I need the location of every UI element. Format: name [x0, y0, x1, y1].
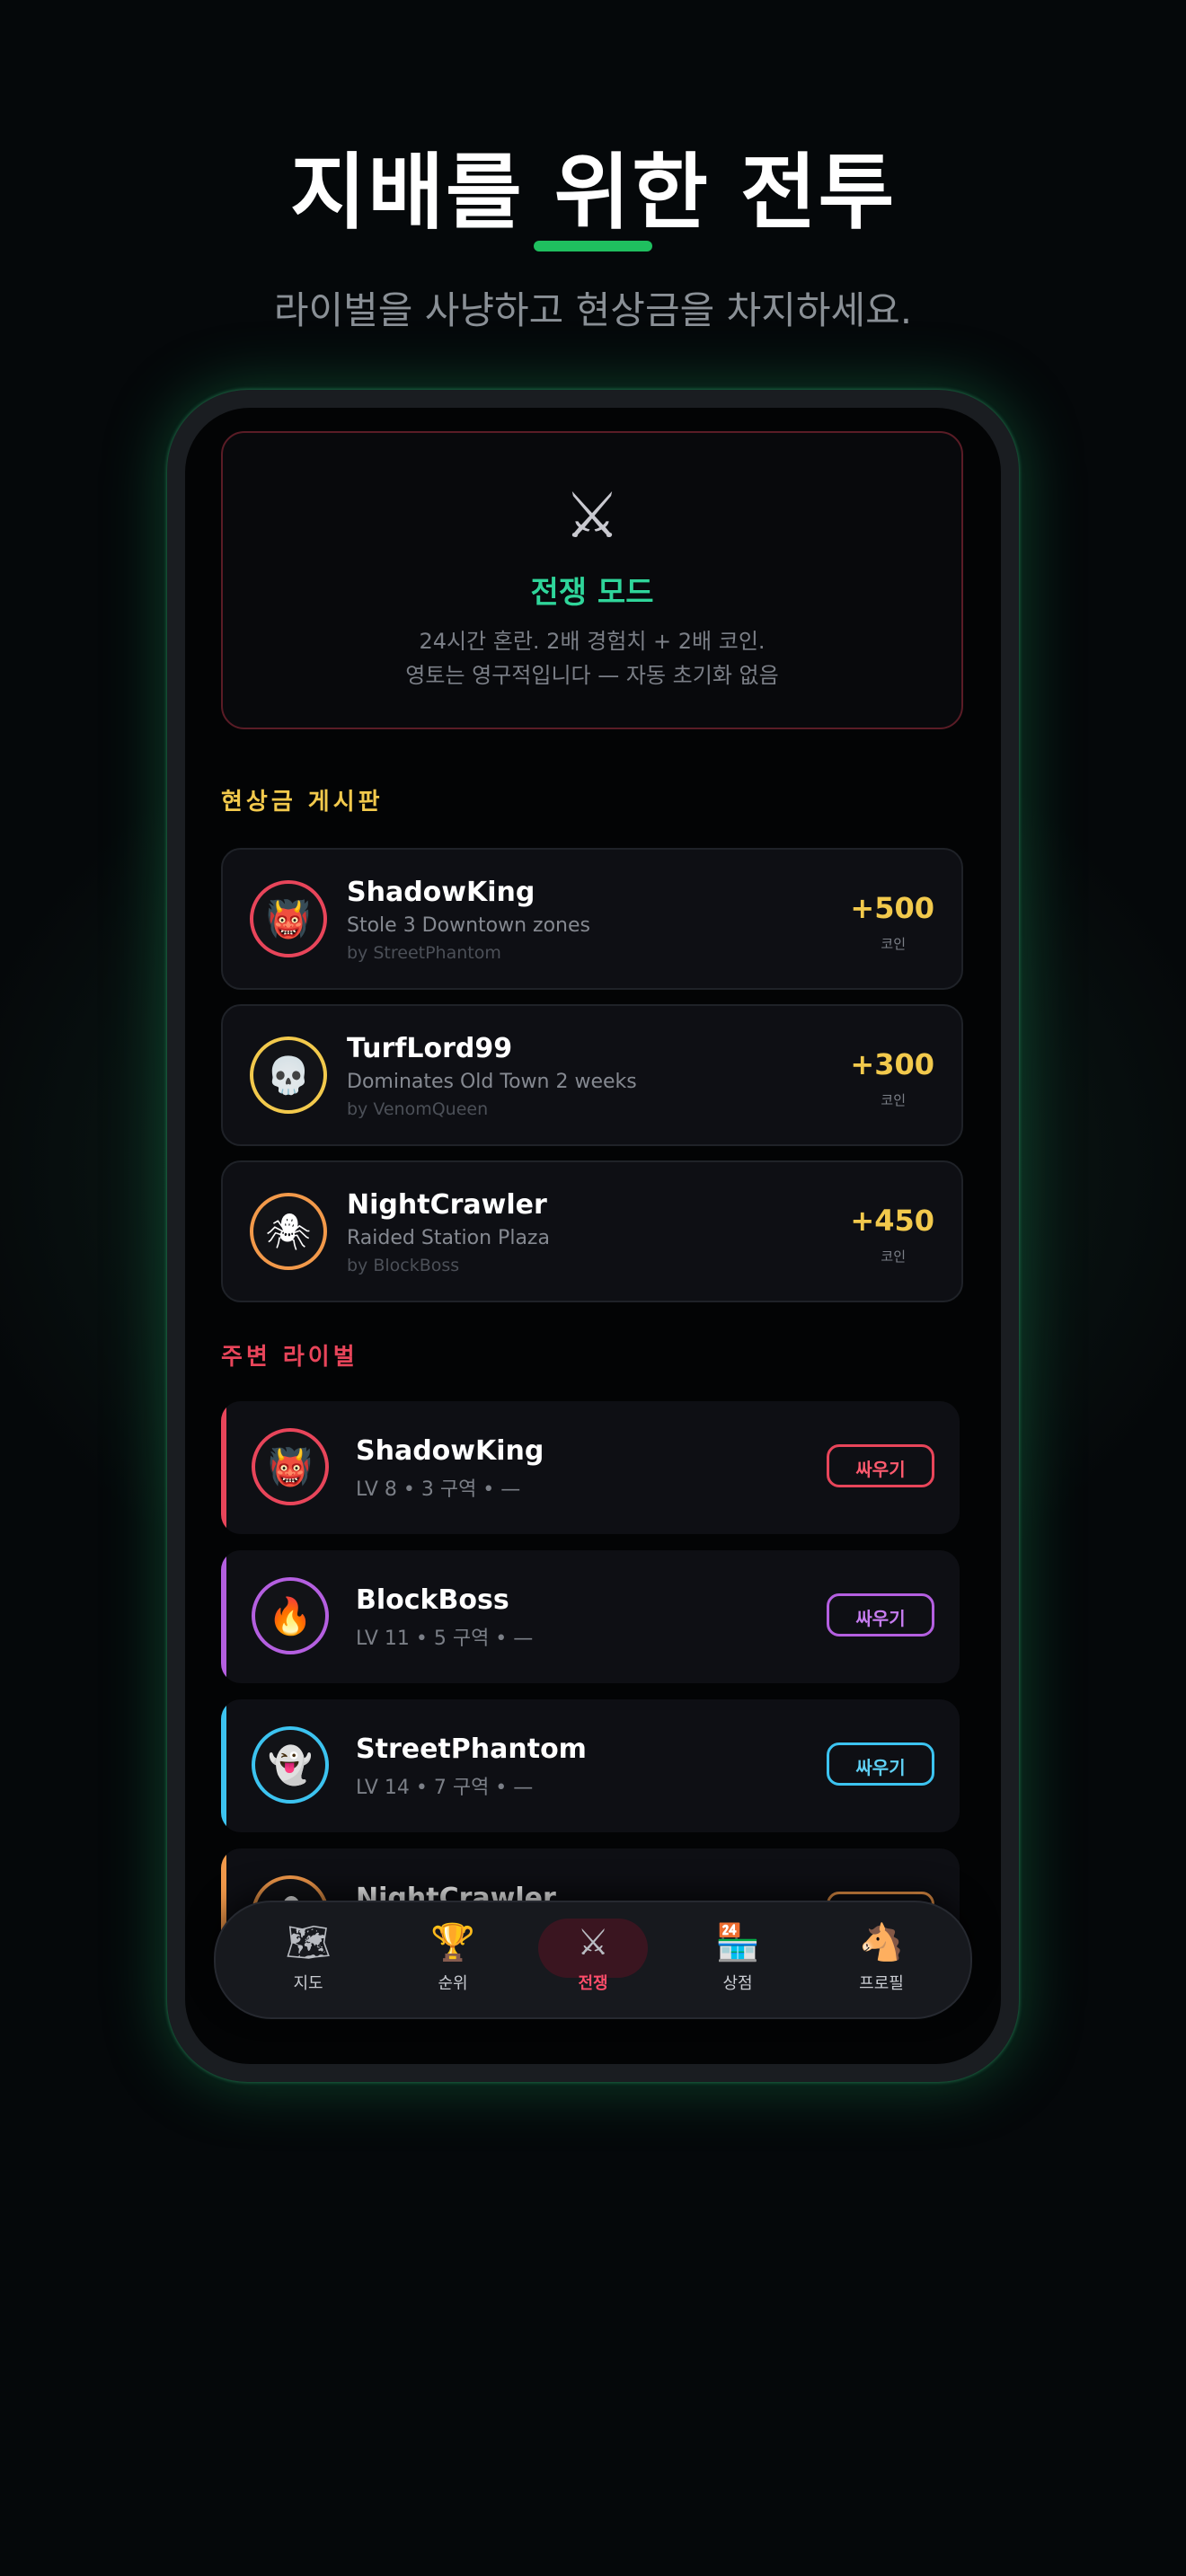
bounty-card[interactable]: 🕷 NightCrawler Raided Station Plaza by B…	[221, 1160, 963, 1302]
bounty-reason: Raided Station Plaza	[347, 1227, 550, 1249]
map-icon: 🗺	[285, 1922, 332, 1963]
crossed-swords-icon: ⚔	[577, 1922, 609, 1963]
war-mode-desc-1: 24시간 혼란. 2배 경험치 + 2배 코인.	[419, 629, 766, 654]
fight-button[interactable]: 싸우기	[827, 1444, 934, 1487]
bounty-card[interactable]: 👹 ShadowKing Stole 3 Downtown zones by S…	[221, 848, 963, 990]
tab-label: 프로필	[859, 1974, 904, 1993]
tab-label: 상점	[722, 1974, 753, 1993]
tab-label: 순위	[438, 1974, 468, 1993]
rival-card[interactable]: 👹 ShadowKing LV 8 • 3 구역 • — 싸우기	[221, 1401, 960, 1534]
avatar: 🔥	[252, 1577, 329, 1654]
tab-shop[interactable]: 🏪 상점	[679, 1920, 796, 2001]
bounty-reason: Stole 3 Downtown zones	[347, 914, 590, 937]
nearby-rivals-label: 주변 라이벌	[221, 1344, 358, 1371]
avatar: 👹	[252, 1428, 329, 1505]
horse-icon: 🐴	[859, 1922, 904, 1963]
rival-accent-bar	[221, 1401, 226, 1534]
phone-screen: ⚔ 전쟁 모드 24시간 혼란. 2배 경험치 + 2배 코인. 영토는 영구적…	[185, 408, 1001, 2064]
bounty-poster: by BlockBoss	[347, 1256, 460, 1275]
rival-name: StreetPhantom	[356, 1734, 587, 1765]
tab-label: 지도	[293, 1974, 323, 1993]
tab-rankings[interactable]: 🏆 순위	[394, 1920, 511, 2001]
crossed-swords-icon: ⚔	[563, 479, 621, 552]
bounty-unit: 코인	[881, 1248, 906, 1265]
title-underline	[534, 241, 652, 251]
rival-meta: LV 8 • 3 구역 • —	[356, 1478, 521, 1501]
tab-map[interactable]: 🗺 지도	[250, 1920, 367, 2001]
page-subtitle: 라이벌을 사냥하고 현상금을 차지하세요.	[273, 288, 913, 332]
tab-label: 전쟁	[578, 1974, 608, 1993]
bounty-name: NightCrawler	[347, 1189, 547, 1221]
war-mode-desc-2: 영토는 영구적입니다 — 자동 초기화 없음	[405, 663, 779, 688]
bounty-amount: +300	[850, 1047, 934, 1081]
bounty-amount: +450	[850, 1204, 934, 1238]
rival-accent-bar	[221, 1699, 226, 1832]
rival-name: BlockBoss	[356, 1584, 509, 1616]
war-mode-title: 전쟁 모드	[530, 575, 654, 611]
bounty-name: TurfLord99	[347, 1033, 513, 1064]
rival-meta: LV 11 • 5 구역 • —	[356, 1628, 534, 1650]
bounty-unit: 코인	[881, 1092, 906, 1108]
rival-meta: LV 14 • 7 구역 • —	[356, 1777, 534, 1799]
rival-accent-bar	[221, 1550, 226, 1683]
bounty-board-label: 현상금 게시판	[221, 789, 384, 816]
bottom-tab-bar: 🗺 지도 🏆 순위 ⚔ 전쟁 🏪 상점 🐴 프로필	[214, 1901, 972, 2019]
fight-button[interactable]: 싸우기	[827, 1593, 934, 1636]
shop-icon: 🏪	[715, 1922, 760, 1963]
war-mode-card: ⚔ 전쟁 모드 24시간 혼란. 2배 경험치 + 2배 코인. 영토는 영구적…	[221, 431, 963, 729]
bounty-poster: by VenomQueen	[347, 1099, 489, 1119]
bounty-unit: 코인	[881, 936, 906, 952]
rival-name: ShadowKing	[356, 1435, 544, 1467]
bounty-amount: +500	[850, 891, 934, 925]
bounty-card[interactable]: 💀 TurfLord99 Dominates Old Town 2 weeks …	[221, 1004, 963, 1146]
tab-profile[interactable]: 🐴 프로필	[823, 1920, 940, 2001]
avatar: 👹	[250, 880, 327, 957]
page-title: 지배를 위한 전투	[289, 145, 897, 241]
tab-war[interactable]: ⚔ 전쟁	[535, 1919, 651, 2001]
bounty-reason: Dominates Old Town 2 weeks	[347, 1071, 637, 1093]
trophy-icon: 🏆	[430, 1922, 475, 1963]
rival-card[interactable]: 🔥 BlockBoss LV 11 • 5 구역 • — 싸우기	[221, 1550, 960, 1683]
avatar: 🕷	[250, 1193, 327, 1270]
fight-button[interactable]: 싸우기	[827, 1742, 934, 1786]
phone-frame: ⚔ 전쟁 모드 24시간 혼란. 2배 경험치 + 2배 코인. 영토는 영구적…	[167, 390, 1019, 2082]
avatar: 💀	[250, 1037, 327, 1114]
bounty-name: ShadowKing	[347, 877, 535, 908]
rival-card[interactable]: 👻 StreetPhantom LV 14 • 7 구역 • — 싸우기	[221, 1699, 960, 1832]
avatar: 👻	[252, 1726, 329, 1804]
headline: 지배를 위한 전투	[0, 139, 1186, 251]
bounty-poster: by StreetPhantom	[347, 943, 501, 963]
